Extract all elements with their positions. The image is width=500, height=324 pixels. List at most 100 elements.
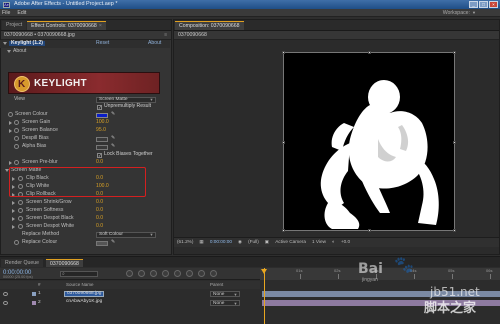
close-button[interactable]: × bbox=[489, 1, 498, 8]
maximize-button[interactable]: □ bbox=[479, 1, 488, 8]
replace-colour-swatch[interactable] bbox=[96, 240, 108, 246]
effect-name[interactable]: Keylight (1.2) bbox=[9, 41, 45, 47]
about-twirl-icon[interactable] bbox=[7, 50, 11, 54]
column-source-name[interactable]: Source Name bbox=[66, 282, 94, 288]
resolution-dropdown[interactable]: (Full) bbox=[248, 239, 259, 245]
stopwatch-icon[interactable] bbox=[18, 216, 23, 222]
layer-parent-dropdown[interactable]: None ▼ bbox=[210, 291, 240, 297]
draft-3d-icon[interactable] bbox=[138, 270, 145, 277]
minimize-button[interactable]: _ bbox=[469, 1, 478, 8]
graph-editor-icon[interactable] bbox=[210, 270, 217, 277]
despill-bias-swatch[interactable] bbox=[96, 136, 108, 142]
twirl-icon[interactable] bbox=[12, 224, 15, 229]
twirl-icon[interactable] bbox=[9, 128, 12, 133]
screen-colour-swatch[interactable] bbox=[96, 112, 108, 118]
about-row[interactable]: About bbox=[0, 48, 170, 56]
menu-edit[interactable]: Edit bbox=[17, 10, 26, 17]
composition-viewer[interactable] bbox=[282, 51, 456, 232]
stopwatch-icon[interactable] bbox=[8, 112, 13, 118]
effect-reset-link[interactable]: Reset bbox=[96, 41, 109, 46]
tab-close-icon[interactable]: × bbox=[99, 23, 102, 29]
stopwatch-icon[interactable] bbox=[14, 120, 19, 126]
view-dropdown[interactable]: Screen Matte ▼ bbox=[96, 96, 156, 103]
resize-handle[interactable] bbox=[368, 51, 371, 54]
layer-parent-dropdown[interactable]: None ▼ bbox=[210, 300, 240, 306]
stopwatch-icon[interactable] bbox=[18, 200, 23, 206]
replace-method-dropdown[interactable]: Soft Colour ▼ bbox=[96, 231, 156, 238]
brainstorm-icon[interactable] bbox=[186, 270, 193, 277]
label-color-swatch[interactable] bbox=[32, 301, 36, 305]
visibility-eye-icon[interactable] bbox=[3, 300, 8, 305]
camera-snapshot-icon[interactable]: ◉ bbox=[238, 239, 242, 245]
exposure-icon[interactable]: ◐ bbox=[332, 239, 335, 245]
visibility-eye-icon[interactable] bbox=[3, 291, 8, 296]
effect-twirl-icon[interactable] bbox=[3, 42, 7, 46]
parent-value: None bbox=[213, 291, 225, 297]
stopwatch-icon[interactable] bbox=[18, 224, 23, 230]
auto-keyframe-icon[interactable] bbox=[198, 270, 205, 277]
tab-composition[interactable]: Composition: 0370090668 bbox=[175, 21, 244, 30]
screen-pre-blur-value[interactable]: 0.0 bbox=[96, 160, 103, 165]
motion-blur-icon[interactable] bbox=[174, 270, 181, 277]
alpha-bias-swatch[interactable] bbox=[96, 144, 108, 150]
frame-blending-icon[interactable] bbox=[162, 270, 169, 277]
effect-header-row[interactable]: Keylight (1.2) Reset About bbox=[0, 40, 170, 48]
comp-mini-flowchart-icon[interactable] bbox=[126, 270, 133, 277]
layer-name[interactable]: cnAbwAby1K.jpg bbox=[64, 299, 104, 306]
resize-handle[interactable] bbox=[282, 229, 285, 232]
screen-softness-value[interactable]: 0.0 bbox=[96, 208, 103, 213]
screen-balance-value[interactable]: 95.0 bbox=[96, 128, 106, 133]
screen-gain-value[interactable]: 100.0 bbox=[96, 120, 109, 125]
tab-effect-controls[interactable]: Effect Controls: 0370090668 × bbox=[27, 21, 106, 30]
tab-timeline-comp[interactable]: 0370090668 bbox=[46, 259, 83, 267]
menu-file[interactable]: File bbox=[2, 10, 10, 17]
exposure-value[interactable]: +0.0 bbox=[341, 239, 350, 245]
twirl-icon[interactable] bbox=[12, 200, 15, 205]
stopwatch-icon[interactable] bbox=[14, 240, 19, 246]
column-parent[interactable]: Parent bbox=[210, 282, 223, 288]
twirl-icon[interactable] bbox=[9, 120, 12, 125]
screen-shrink-grow-value[interactable]: 0.0 bbox=[96, 200, 103, 205]
stopwatch-icon[interactable] bbox=[14, 136, 19, 142]
stopwatch-icon[interactable] bbox=[14, 144, 19, 150]
twirl-icon[interactable] bbox=[9, 160, 12, 165]
eyedropper-icon[interactable]: ✎ bbox=[111, 144, 116, 149]
resize-handle[interactable] bbox=[453, 141, 456, 144]
eyedropper-icon[interactable]: ✎ bbox=[111, 136, 116, 141]
label-color-swatch[interactable] bbox=[32, 292, 36, 296]
view-layout-dropdown[interactable]: 1 View bbox=[312, 239, 326, 245]
eyedropper-icon[interactable]: ✎ bbox=[111, 112, 116, 117]
resize-handle[interactable] bbox=[282, 141, 285, 144]
resize-handle[interactable] bbox=[453, 229, 456, 232]
screen-despot-black-value[interactable]: 0.0 bbox=[96, 216, 103, 221]
eyedropper-icon[interactable]: ✎ bbox=[111, 240, 116, 245]
snapshot-icon[interactable]: ▦ bbox=[199, 239, 203, 245]
stopwatch-icon[interactable] bbox=[18, 208, 23, 214]
lock-biases-checkbox[interactable]: ✓ bbox=[97, 152, 102, 158]
shy-layers-icon[interactable] bbox=[150, 270, 157, 277]
region-icon[interactable]: ▣ bbox=[265, 239, 269, 245]
zoom-dropdown[interactable]: (61.2%) bbox=[177, 239, 193, 245]
camera-dropdown[interactable]: Active Camera bbox=[275, 239, 306, 245]
resize-handle[interactable] bbox=[282, 51, 285, 54]
stopwatch-icon[interactable] bbox=[14, 160, 19, 166]
tab-project[interactable]: Project bbox=[2, 21, 27, 30]
effect-about-link[interactable]: About bbox=[148, 41, 161, 46]
screen-despot-white-value[interactable]: 0.0 bbox=[96, 224, 103, 229]
current-time[interactable]: 0:00:00:00 bbox=[210, 239, 232, 245]
about-label: About bbox=[13, 48, 27, 55]
twirl-icon[interactable] bbox=[12, 208, 15, 213]
workspace-label[interactable]: Workspace: bbox=[443, 10, 470, 16]
twirl-icon[interactable] bbox=[12, 216, 15, 221]
playhead-line[interactable] bbox=[264, 268, 265, 324]
resize-handle[interactable] bbox=[368, 229, 371, 232]
resize-handle[interactable] bbox=[453, 51, 456, 54]
workspace-dropdown-icon[interactable]: ▼ bbox=[472, 10, 476, 15]
tab-render-queue[interactable]: Render Queue bbox=[1, 259, 44, 267]
panel-menu-icon[interactable]: ≡ bbox=[164, 32, 167, 38]
unpremultiply-checkbox[interactable]: ✓ bbox=[97, 104, 102, 110]
layer-name[interactable]: 0370090668.jpg bbox=[64, 291, 105, 297]
timeline-search-input[interactable]: ⌕ bbox=[60, 271, 98, 277]
timeline-layer-row[interactable]: 1 0370090668.jpg None ▼ bbox=[0, 290, 500, 298]
stopwatch-icon[interactable] bbox=[14, 128, 19, 134]
